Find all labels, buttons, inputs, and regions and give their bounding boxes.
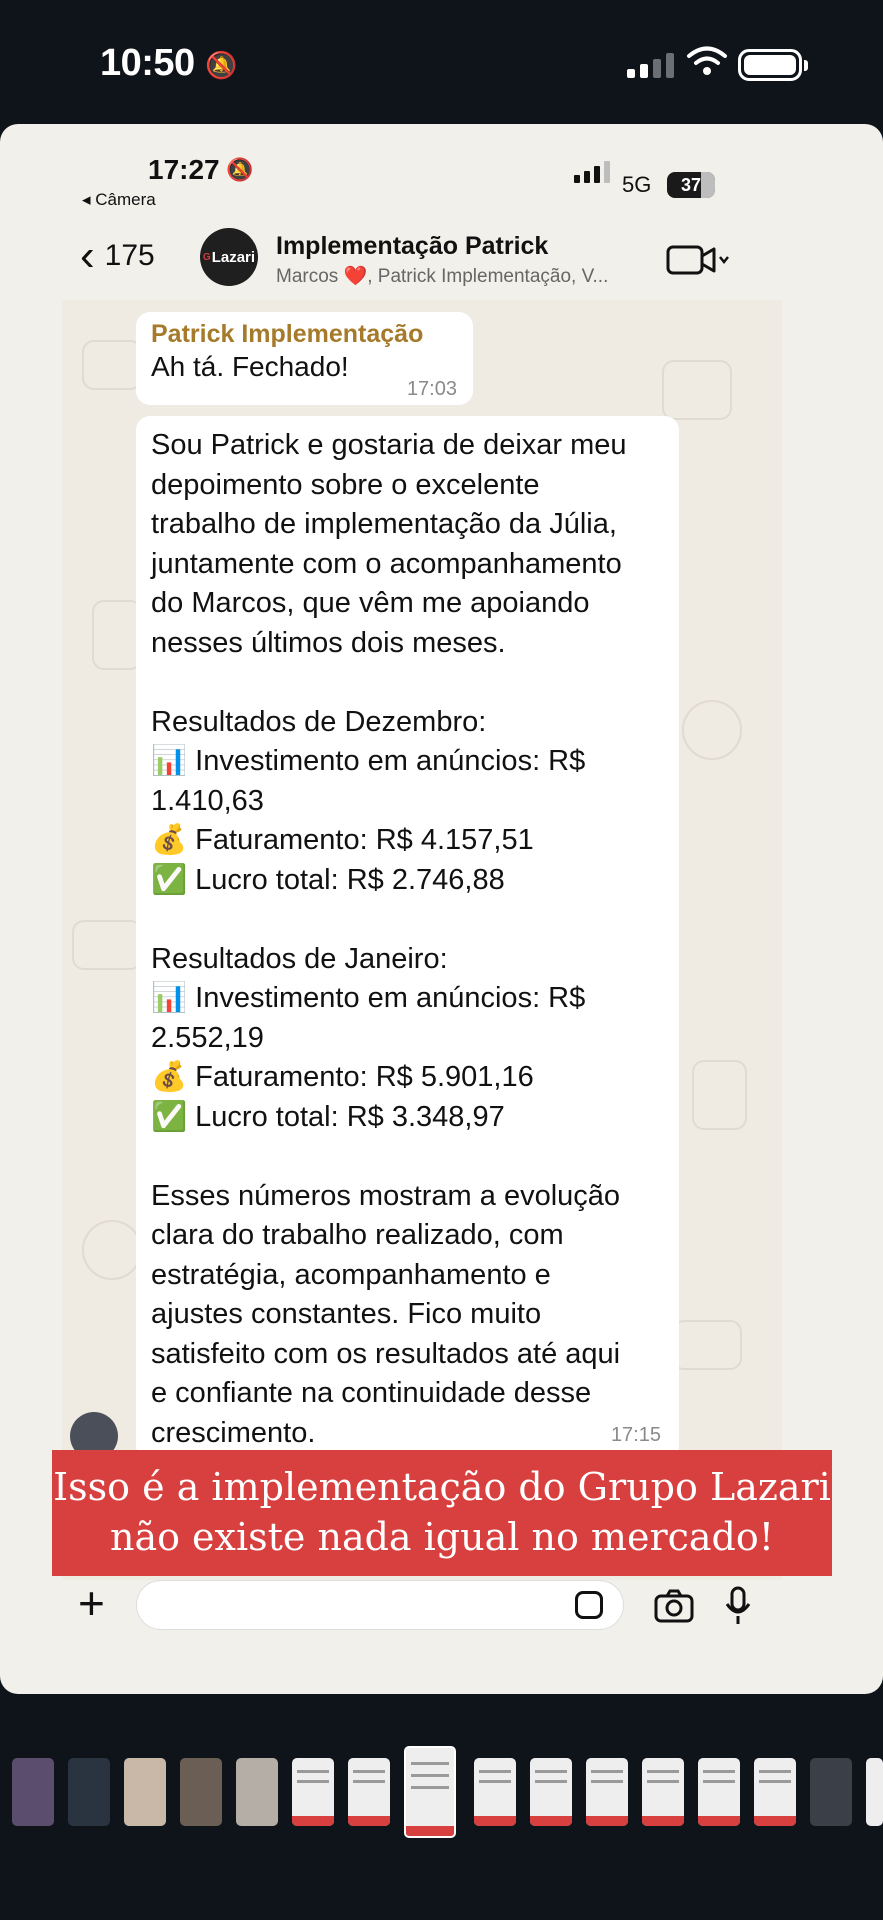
thumbnail[interactable] — [530, 1758, 572, 1826]
sticker-icon[interactable] — [575, 1591, 603, 1619]
avatar-logo-text: Lazari — [211, 248, 256, 266]
chat-title[interactable]: Implementação Patrick — [276, 232, 548, 261]
message-line: ✅ Lucro total: R$ 2.746,88 — [151, 863, 505, 896]
attach-plus-icon[interactable]: + — [78, 1580, 105, 1626]
cellular-signal-icon — [574, 161, 610, 183]
message-line: juntamente com o acompanhamento — [151, 547, 622, 580]
message-line: trabalho de implementação da Júlia, — [151, 508, 617, 540]
wifi-icon — [687, 46, 727, 75]
message-line: 1.410,63 — [151, 784, 264, 817]
thumbnail[interactable] — [236, 1758, 278, 1826]
chat-members[interactable]: Marcos ❤️, Patrick Implementação, V... — [276, 264, 608, 288]
message-time: 17:15 — [610, 1424, 661, 1446]
thumbnail[interactable] — [698, 1758, 740, 1826]
message-line: Resultados de Janeiro: — [151, 942, 448, 975]
message-line: depoimento sobre o excelente — [151, 468, 540, 501]
thumbnail[interactable] — [866, 1758, 883, 1826]
back-to-camera-link[interactable]: ◂ Câmera — [82, 190, 156, 210]
message-line: estratégia, acompanhamento e — [151, 1258, 551, 1291]
message-sender[interactable]: Patrick Implementação — [151, 320, 458, 349]
cellular-signal-icon — [627, 52, 674, 78]
group-avatar[interactable]: G Lazari — [200, 228, 258, 286]
message-line: 2.552,19 — [151, 1021, 264, 1054]
network-type: 5G — [622, 172, 652, 197]
thumbnail[interactable] — [474, 1758, 516, 1826]
thumbnail[interactable] — [68, 1758, 110, 1826]
bell-muted-icon: 🔕 — [205, 50, 238, 80]
outer-status-bar: 10:50 🔕 — [0, 0, 883, 125]
promo-banner: Isso é a implementação do Grupo Lazari n… — [52, 1450, 832, 1576]
thumbnail-strip — [0, 1740, 883, 1840]
message-line: 💰 Faturamento: R$ 4.157,51 — [151, 824, 534, 856]
thumbnail[interactable] — [292, 1758, 334, 1826]
chevron-left-icon: ‹ — [80, 231, 95, 280]
message-input[interactable] — [136, 1580, 624, 1630]
back-button[interactable]: ‹ 175 — [80, 234, 155, 278]
message-line: Sou Patrick e gostaria de deixar meu — [151, 429, 627, 461]
message-bubble[interactable]: Sou Patrick e gostaria de deixar meu dep… — [136, 416, 679, 1460]
microphone-icon[interactable] — [724, 1586, 752, 1626]
message-line: nesses últimos dois meses. — [151, 626, 506, 659]
battery-level: 37 — [680, 175, 702, 195]
banner-line-1: Isso é a implementação do Grupo Lazari — [53, 1465, 831, 1509]
message-line: 💰 Faturamento: R$ 5.901,16 — [151, 1061, 534, 1093]
inner-clock: 17:27 — [148, 154, 220, 185]
message-line: Esses números mostram a evolução — [151, 1179, 621, 1212]
thumbnail[interactable] — [810, 1758, 852, 1826]
thumbnail-active[interactable] — [404, 1746, 456, 1838]
battery-icon — [738, 49, 808, 81]
message-line: crescimento. — [151, 1416, 316, 1449]
message-line: clara do trabalho realizado, com — [151, 1219, 564, 1251]
banner-line-2: não existe nada igual no mercado! — [109, 1515, 775, 1559]
video-call-icon[interactable] — [666, 242, 732, 278]
message-line: ajustes constantes. Fico muito — [151, 1298, 542, 1330]
thumbnail[interactable] — [124, 1758, 166, 1826]
message-time: 17:03 — [406, 378, 457, 400]
thumbnail[interactable] — [180, 1758, 222, 1826]
message-line: satisfeito com os resultados até aqui — [151, 1337, 621, 1370]
message-line: ✅ Lucro total: R$ 3.348,97 — [151, 1100, 505, 1133]
message-bubble[interactable]: Patrick Implementação Ah tá. Fechado! 17… — [136, 312, 473, 405]
battery-icon: 37 — [667, 172, 715, 198]
thumbnail[interactable] — [348, 1758, 390, 1826]
outer-clock: 10:50 — [100, 42, 195, 84]
thumbnail[interactable] — [642, 1758, 684, 1826]
unread-count: 175 — [104, 239, 155, 272]
camera-icon[interactable] — [654, 1589, 694, 1623]
thumbnail[interactable] — [754, 1758, 796, 1826]
bell-muted-icon: 🔕 — [226, 157, 254, 182]
message-line: Resultados de Dezembro: — [151, 705, 487, 738]
message-line: 📊 Investimento em anúncios: R$ — [151, 745, 586, 777]
message-line: 📊 Investimento em anúncios: R$ — [151, 982, 586, 1014]
message-line: e confiante na continuidade desse — [151, 1377, 592, 1409]
thumbnail[interactable] — [12, 1758, 54, 1826]
message-line: do Marcos, que vêm me apoiando — [151, 587, 590, 619]
thumbnail[interactable] — [586, 1758, 628, 1826]
